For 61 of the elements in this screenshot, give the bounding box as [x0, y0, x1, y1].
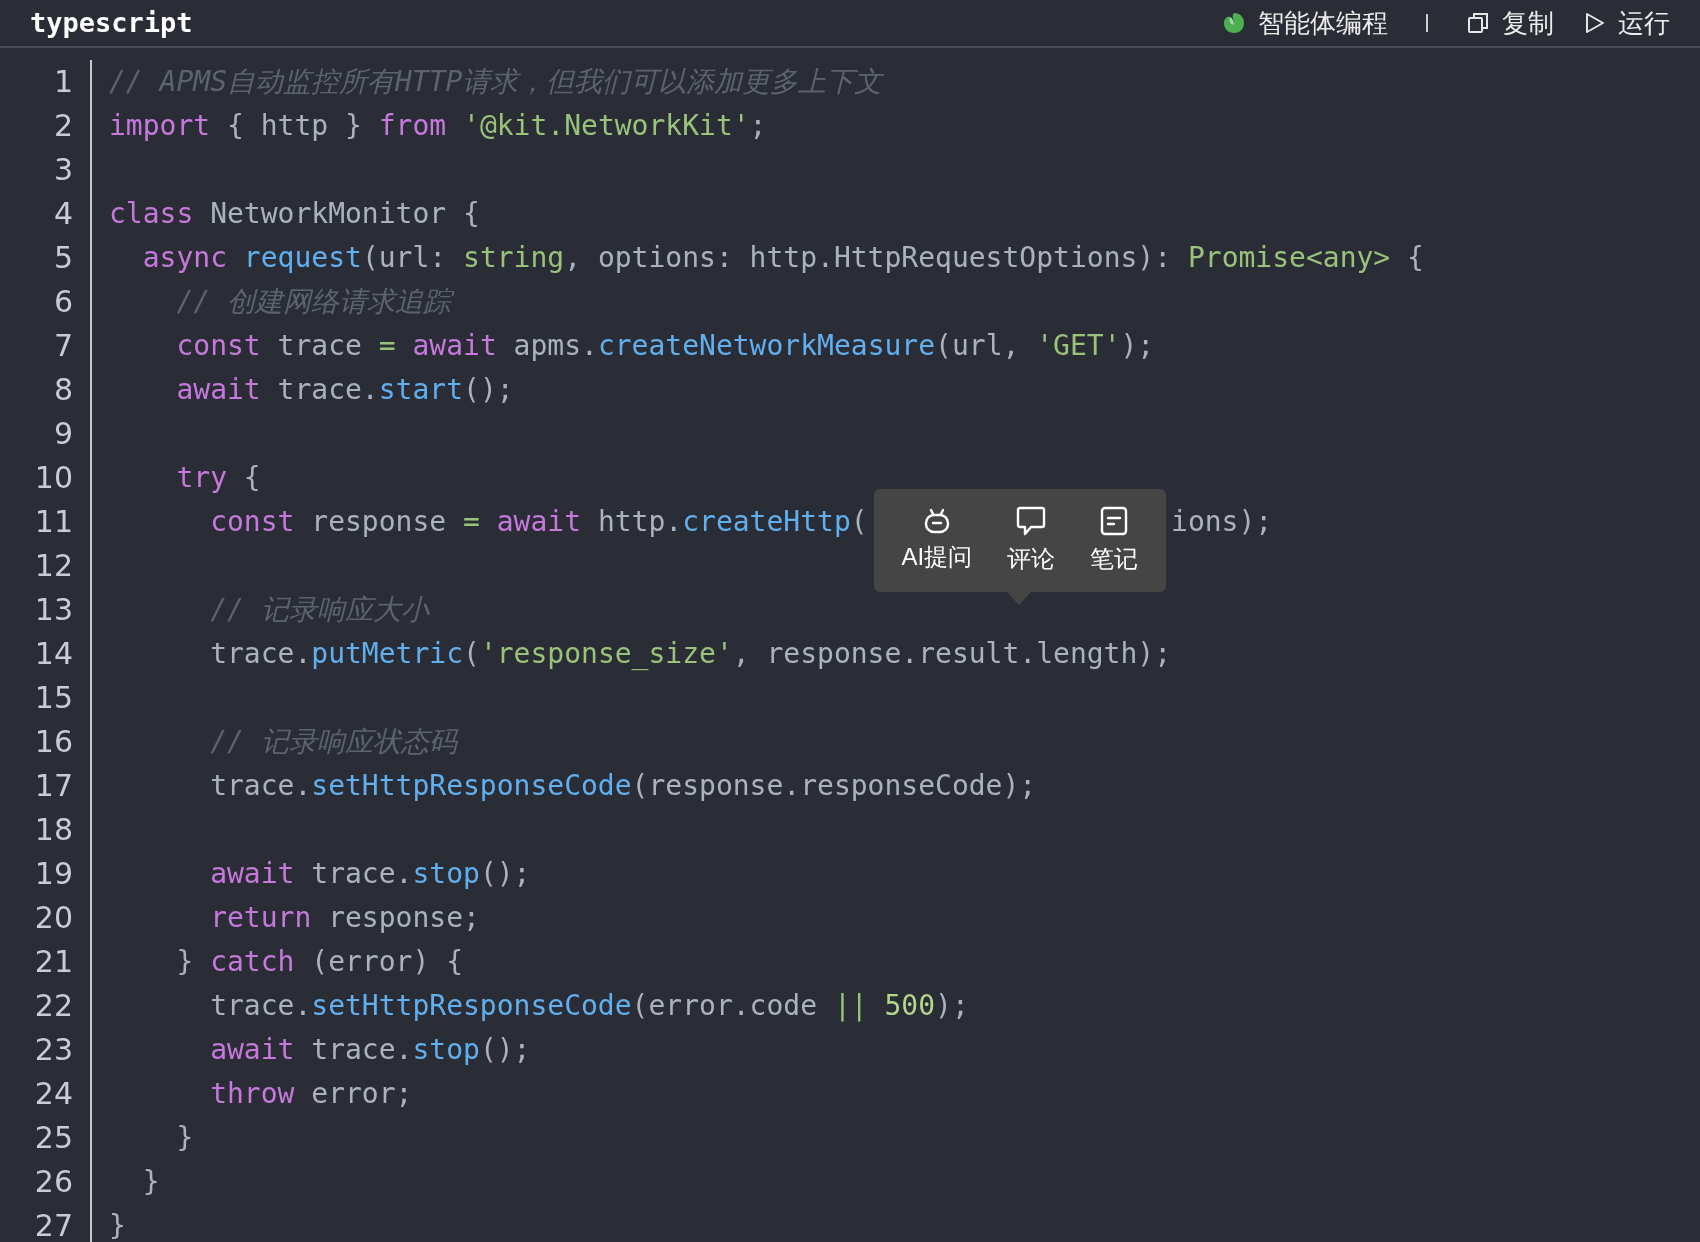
run-button[interactable]: 运行 [1584, 3, 1670, 43]
code-line: trace.setHttpResponseCode(response.responseCode); [209, 768, 1037, 804]
line-number: 3 [53, 151, 73, 189]
code-line: } [109, 1208, 126, 1242]
line-number: 15 [34, 679, 73, 717]
code-line: trace.setHttpResponseCode(error.code || 500); [209, 988, 969, 1024]
code-line: return response; [209, 900, 480, 936]
line-number: 11 [34, 503, 73, 541]
ask-ai-button[interactable]: AI提问 [901, 506, 973, 575]
line-number: 9 [53, 415, 73, 453]
copy-icon [1466, 11, 1490, 35]
line-number: 18 [34, 811, 73, 849]
code-line: try { [175, 460, 261, 496]
leaf-icon [1222, 11, 1246, 35]
code-line: ions); [1171, 504, 1273, 540]
line-number: 5 [53, 239, 73, 277]
code-line: await trace.stop(); [209, 1032, 531, 1068]
language-label: typescript [30, 5, 193, 40]
line-number: 19 [34, 855, 73, 893]
line-number: 24 [34, 1075, 73, 1113]
line-number: 4 [53, 195, 73, 233]
line-number: 20 [34, 899, 73, 937]
agent-coding-button[interactable]: 智能体编程 [1222, 3, 1388, 43]
code-line: // APMS自动监控所有HTTP请求，但我们可以添加更多上下文 [109, 64, 883, 100]
line-number: 27 [34, 1207, 73, 1242]
code-line: // 记录响应大小 [209, 592, 429, 628]
code-line: // 记录响应状态码 [209, 724, 457, 760]
play-icon [1584, 11, 1606, 35]
line-number: 26 [34, 1163, 73, 1201]
line-number: 25 [34, 1119, 73, 1157]
line-number: 23 [34, 1031, 73, 1069]
code-line: class NetworkMonitor { [109, 196, 480, 232]
code-line: } [141, 1164, 160, 1200]
line-number: 7 [53, 327, 73, 365]
code-line: await trace.start(); [175, 372, 514, 408]
line-number: 13 [34, 591, 73, 629]
line-number: 8 [53, 371, 73, 409]
code-line: async request(url: string, options: http.HttpRequestOptions): Promise<any> { [141, 240, 1424, 276]
line-number: 6 [53, 283, 73, 321]
line-number: 14 [34, 635, 73, 673]
code-line: const response = await http.createHttp( [209, 504, 868, 540]
line-number: 16 [34, 723, 73, 761]
code-line: import { http } from '@kit.NetworkKit'; [109, 108, 767, 144]
note-icon [1099, 504, 1130, 537]
comment-button[interactable]: 评论 [1007, 504, 1056, 577]
line-number: 21 [34, 943, 73, 981]
line-number: 2 [53, 107, 73, 145]
code-line: const trace = await apms.createNetworkMeasure(url, 'GET'); [175, 328, 1155, 364]
speech-bubble-icon [1015, 504, 1048, 537]
note-button[interactable]: 笔记 [1090, 504, 1139, 577]
line-number: 10 [34, 459, 73, 497]
line-number: 22 [34, 987, 73, 1025]
code-line: trace.putMetric('response_size', response.result.length); [209, 636, 1172, 672]
code-line: throw error; [209, 1076, 413, 1112]
code-line: await trace.stop(); [209, 856, 531, 892]
line-number: 12 [34, 547, 73, 585]
code-line: } catch (error) { [175, 944, 464, 980]
code-line: } [175, 1120, 194, 1156]
line-number: 17 [34, 767, 73, 805]
line-number: 1 [53, 63, 73, 101]
copy-button[interactable]: 复制 [1466, 3, 1554, 43]
